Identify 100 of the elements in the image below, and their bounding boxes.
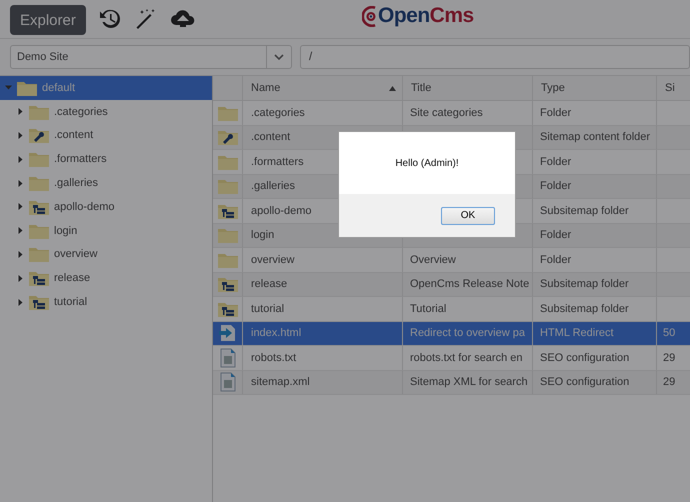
folder-icon — [218, 252, 238, 268]
logo-text: OpenCms — [378, 4, 474, 28]
sitemap-folder-icon — [29, 294, 49, 310]
tree-item[interactable]: tutorial — [0, 290, 212, 314]
sitemap-folder-icon — [29, 270, 49, 286]
name-cell: overview — [251, 254, 294, 266]
chevron-down-icon — [274, 54, 284, 60]
type-cell: SEO configuration — [540, 376, 630, 388]
logo-icon — [362, 6, 376, 26]
expand-arrow-icon — [17, 274, 24, 282]
folder-icon — [29, 222, 49, 239]
table-row[interactable]: index.html Redirect to overview pa HTML Redirect 50 — [213, 322, 690, 346]
tree-item[interactable]: default — [0, 76, 212, 100]
folder-icon — [218, 227, 238, 244]
title-cell: OpenCms Release Note — [410, 278, 530, 290]
folder-icon — [17, 80, 37, 96]
expand-arrow-icon — [17, 227, 24, 234]
table-row[interactable]: release OpenCms Release Note Subsitemap folder — [213, 272, 690, 297]
ok-button[interactable]: OK — [441, 206, 495, 224]
tree-item[interactable]: apollo-demo — [0, 194, 212, 219]
wrench-folder-icon — [29, 127, 49, 144]
type-cell: Folder — [540, 156, 572, 168]
tree-label: login — [54, 224, 78, 237]
tree-item[interactable]: .galleries — [0, 171, 212, 195]
name-cell: .content — [251, 131, 290, 144]
expand-arrow-icon — [17, 298, 24, 306]
title-cell: Site categories — [410, 106, 483, 119]
tree-item[interactable]: overview — [0, 242, 212, 266]
tree-label: release — [54, 272, 90, 284]
size-cell: 29 — [663, 352, 676, 364]
sitemap-folder-icon — [218, 300, 238, 317]
title-cell: Tutorial — [410, 302, 446, 315]
type-cell: Folder — [540, 180, 572, 192]
sitemap-folder-icon — [29, 198, 49, 215]
type-cell: HTML Redirect — [540, 327, 614, 340]
table-row[interactable]: sitemap.xml Sitemap XML for search SEO configuration 29 — [213, 370, 690, 395]
expand-arrow-icon — [5, 84, 12, 92]
expand-arrow-icon — [17, 203, 24, 210]
explorer-button[interactable]: Explorer — [10, 5, 86, 35]
type-cell: Sitemap content folder — [540, 131, 650, 144]
column-header[interactable]: Si — [657, 76, 690, 100]
tree-label: .galleries — [54, 177, 98, 190]
folder-icon — [29, 175, 49, 192]
tree-label: .content — [54, 129, 94, 142]
redirect-icon — [218, 324, 236, 342]
tree-item[interactable]: .content — [0, 124, 212, 148]
title-cell: Sitemap XML for search — [410, 376, 528, 388]
name-cell: .galleries — [251, 180, 296, 192]
path-field[interactable]: / — [300, 45, 690, 69]
expand-arrow-icon — [17, 250, 24, 258]
column-header[interactable]: Type — [533, 76, 657, 100]
folder-icon — [218, 178, 238, 194]
expand-arrow-icon — [17, 156, 24, 163]
history-icon[interactable] — [98, 7, 122, 31]
sort-arrow-icon — [389, 86, 396, 90]
file-icon — [220, 348, 236, 368]
sitemap-folder-icon — [218, 202, 238, 219]
title-cell: Overview — [410, 254, 456, 266]
wrench-folder-icon — [218, 129, 238, 146]
title-cell: robots.txt for search en — [410, 352, 522, 364]
tree-label: tutorial — [54, 296, 88, 308]
expand-arrow-icon — [17, 108, 24, 116]
expand-arrow-icon — [17, 132, 24, 139]
name-cell: release — [251, 278, 288, 290]
tree-label: default — [42, 82, 76, 94]
folder-icon — [218, 154, 238, 170]
tree-label: overview — [54, 248, 98, 260]
sitemap-folder-icon — [218, 276, 238, 292]
dialog-message: Hello (Admin)! — [395, 158, 459, 168]
size-cell: 50 — [663, 327, 676, 340]
name-cell: apollo-demo — [251, 204, 312, 217]
tree-item[interactable]: login — [0, 218, 212, 243]
tree-label: .categories — [54, 106, 108, 118]
type-cell: Subsitemap folder — [540, 278, 629, 290]
column-header[interactable]: Name — [243, 76, 403, 100]
column-header[interactable]: Title — [403, 76, 533, 100]
name-cell: robots.txt — [251, 352, 296, 364]
type-cell: Folder — [540, 229, 572, 242]
name-cell: index.html — [251, 327, 302, 340]
type-cell: SEO configuration — [540, 352, 630, 364]
file-icon — [220, 372, 236, 392]
tree-label: .formatters — [54, 153, 107, 166]
size-cell: 29 — [663, 376, 676, 388]
name-cell: .formatters — [251, 156, 304, 168]
type-cell: Subsitemap folder — [540, 302, 629, 315]
folder-icon — [29, 246, 49, 262]
folder-icon — [29, 151, 49, 168]
site-select[interactable]: Demo Site — [10, 45, 292, 69]
folder-icon — [29, 104, 49, 120]
type-cell: Subsitemap folder — [540, 204, 629, 217]
tree-item[interactable]: release — [0, 266, 212, 290]
name-cell: tutorial — [251, 302, 284, 315]
title-cell: Redirect to overview pa — [410, 327, 525, 340]
expand-arrow-icon — [17, 180, 24, 187]
type-cell: Folder — [540, 254, 572, 266]
name-cell: sitemap.xml — [251, 376, 310, 388]
name-cell: login — [251, 229, 274, 242]
type-cell: Folder — [540, 106, 572, 119]
tree-item[interactable]: .formatters — [0, 147, 212, 172]
tree-label: apollo-demo — [54, 200, 115, 213]
